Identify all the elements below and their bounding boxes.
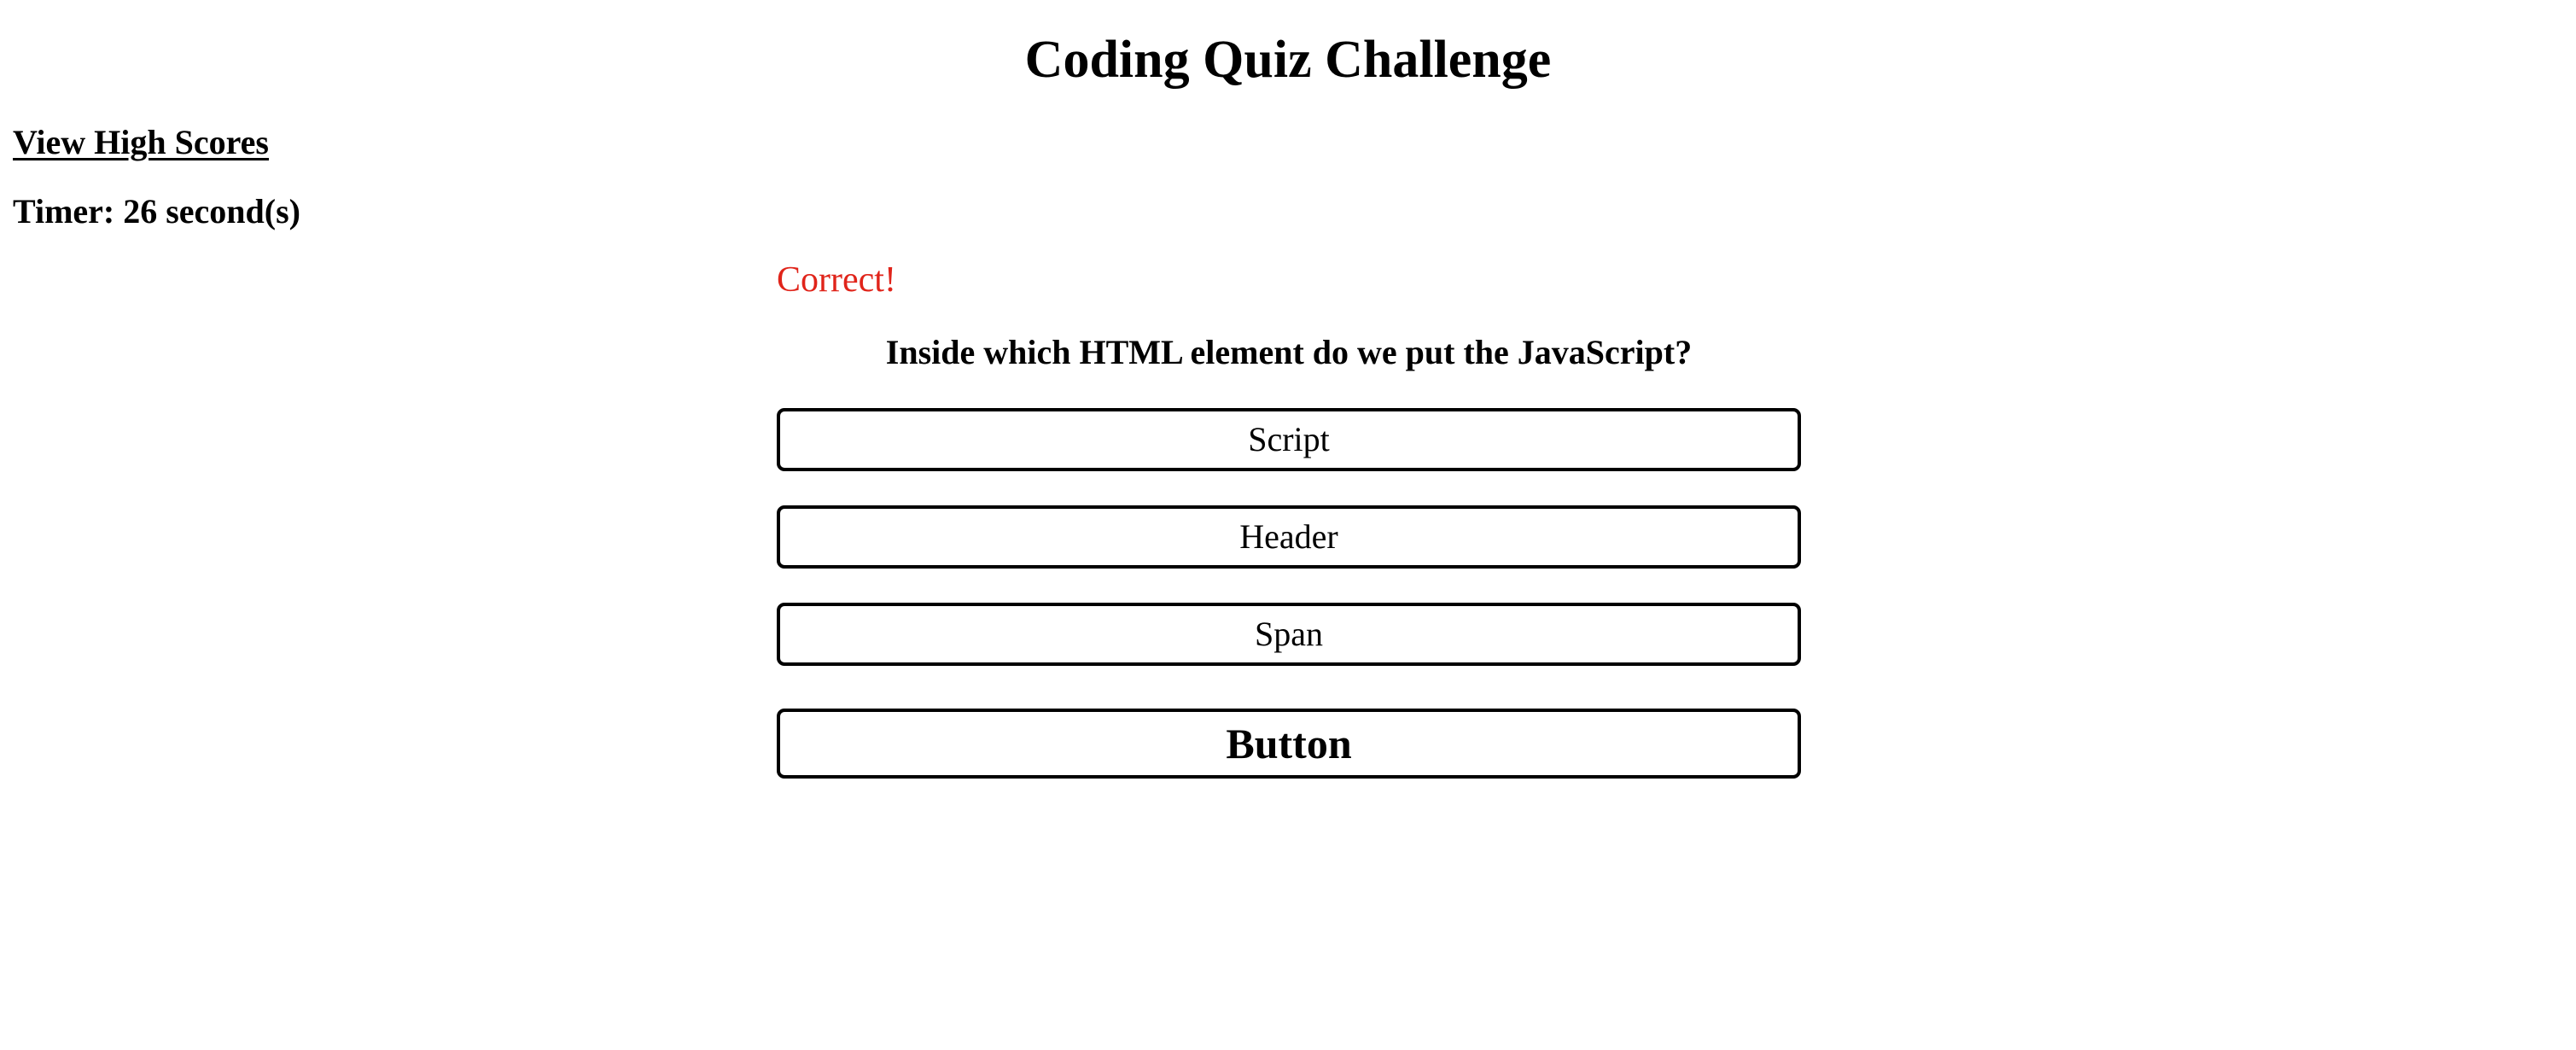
answer-button-header[interactable]: Header [777,505,1801,569]
question-text: Inside which HTML element do we put the … [885,333,1693,371]
answer-button-button[interactable]: Button [777,709,1801,779]
answer-feedback: Correct! [777,260,896,300]
page-title: Coding Quiz Challenge [1024,31,1552,89]
view-high-scores-link[interactable]: View High Scores [13,120,269,166]
answer-button-span[interactable]: Span [777,603,1801,666]
timer-display: Timer: 26 second(s) [13,192,300,230]
answer-button-script[interactable]: Script [777,408,1801,471]
quiz-container: Inside which HTML element do we put the … [777,329,1801,779]
